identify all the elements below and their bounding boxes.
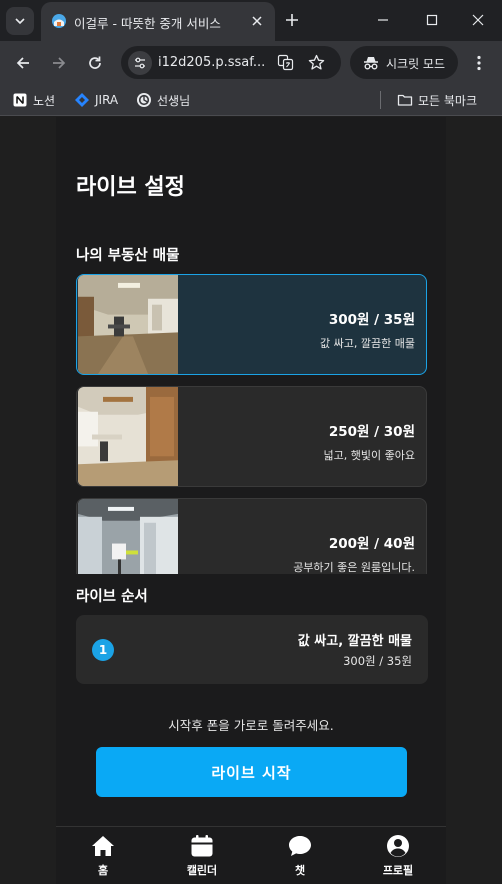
chat-icon [289,836,311,856]
live-start-button[interactable]: 라이브 시작 [96,747,407,797]
bookmark-notion[interactable]: 노션 [12,91,55,109]
bookmark-label: JIRA [95,93,119,107]
reload-icon[interactable] [86,54,104,72]
tab-title: 이걸루 - 따뜻한 중개 서비스 [74,16,221,31]
nav-label: 캘린더 [186,864,218,877]
window-close-icon[interactable] [470,12,486,28]
site-favicon-icon [52,14,66,28]
live-order-title: 라이브 순서 [76,589,148,605]
listing-price: 250원 / 30원 [328,424,415,440]
site-settings-button[interactable] [128,51,152,75]
listing-price: 200원 / 40원 [328,536,415,552]
chevron-down-icon [15,18,25,25]
page-title: 라이브 설정 [76,175,185,200]
nav-item-chat[interactable]: 챗 [270,833,330,883]
app-container: 라이브 설정 나의 부동산 매물 300원 / 35원 값 싸고, 깔끔한 매물… [56,117,446,884]
forward-arrow-icon[interactable] [50,54,68,72]
more-vert-icon[interactable] [471,54,487,72]
page-viewport: 라이브 설정 나의 부동산 매물 300원 / 35원 값 싸고, 깔끔한 매물… [0,117,502,884]
listing-photo [78,387,178,486]
all-bookmarks-label: 모든 북마크 [418,93,478,108]
tab-search-button[interactable] [6,7,34,35]
home-icon [92,836,114,856]
listing-price: 300원 / 35원 [328,312,415,328]
my-listings-title: 나의 부동산 매물 [76,248,180,264]
rotate-hint: 시작후 폰을 가로로 돌려주세요. [168,718,334,733]
nav-item-calendar[interactable]: 캘린더 [172,833,232,883]
order-item-price: 300원 / 35원 [343,654,412,668]
nav-item-home[interactable]: 홈 [73,833,133,883]
bookmarks-divider [380,91,381,109]
incognito-icon [364,57,378,70]
jira-icon [75,93,89,107]
live-order-item[interactable]: 1 값 싸고, 깔끔한 매물 300원 / 35원 [76,615,428,684]
folder-icon [397,94,413,106]
notion-icon [13,93,27,107]
profile-icon [387,835,409,857]
listing-card[interactable]: 200원 / 40원 공부하기 좋은 원룸입니다. [76,498,427,574]
address-bar[interactable]: i12d205.p.ssaf... [121,46,341,79]
listing-list[interactable]: 300원 / 35원 값 싸고, 깔끔한 매물 250원 / 30원 넓고, 햇… [76,274,428,574]
nav-label: 챗 [294,864,306,877]
maximize-icon[interactable] [424,12,440,28]
listing-photo [78,275,178,374]
bookmark-star-icon[interactable] [308,54,325,71]
listing-card[interactable]: 250원 / 30원 넓고, 햇빛이 좋아요 [76,386,427,487]
bookmark-label: 노션 [33,93,56,108]
listing-photo [78,499,178,574]
nav-label: 프로필 [382,864,414,877]
incognito-label: 시크릿 모드 [386,57,446,71]
new-tab-plus-icon[interactable] [284,12,300,28]
bookmark-jira[interactable]: JIRA [74,91,118,109]
listing-description: 값 싸고, 깔끔한 매물 [320,337,415,350]
order-item-description: 값 싸고, 깔끔한 매물 [297,634,412,649]
browser-tab-active[interactable]: 이걸루 - 따뜻한 중개 서비스 [41,2,275,41]
browser-tabstrip: 이걸루 - 따뜻한 중개 서비스 [0,0,502,41]
listing-card[interactable]: 300원 / 35원 값 싸고, 깔끔한 매물 [76,274,427,375]
calendar-icon [191,835,213,857]
back-arrow-icon[interactable] [14,54,32,72]
order-number-badge: 1 [92,639,114,661]
bookmarks-bar: 노션 JIRA 선생님 모든 북마크 [0,85,502,116]
all-bookmarks-folder[interactable]: 모든 북마크 [397,91,477,109]
bookmark-teacher[interactable]: 선생님 [136,91,190,109]
openai-icon [137,93,151,107]
translate-icon[interactable] [277,54,294,71]
bottom-nav: 홈 캘린더 챗 프로필 [56,826,446,884]
tune-icon [135,57,145,69]
listing-description: 공부하기 좋은 원룸입니다. [293,561,415,574]
bookmark-label: 선생님 [157,93,191,108]
incognito-indicator[interactable]: 시크릿 모드 [350,46,458,79]
nav-label: 홈 [97,864,109,877]
nav-item-profile[interactable]: 프로필 [368,833,428,883]
url-text: i12d205.p.ssaf... [158,55,266,70]
close-icon[interactable] [249,13,265,29]
browser-toolbar: i12d205.p.ssaf... 시크릿 모드 [0,41,502,85]
listing-description: 넓고, 햇빛이 좋아요 [323,449,415,462]
minimize-icon[interactable] [375,12,391,28]
